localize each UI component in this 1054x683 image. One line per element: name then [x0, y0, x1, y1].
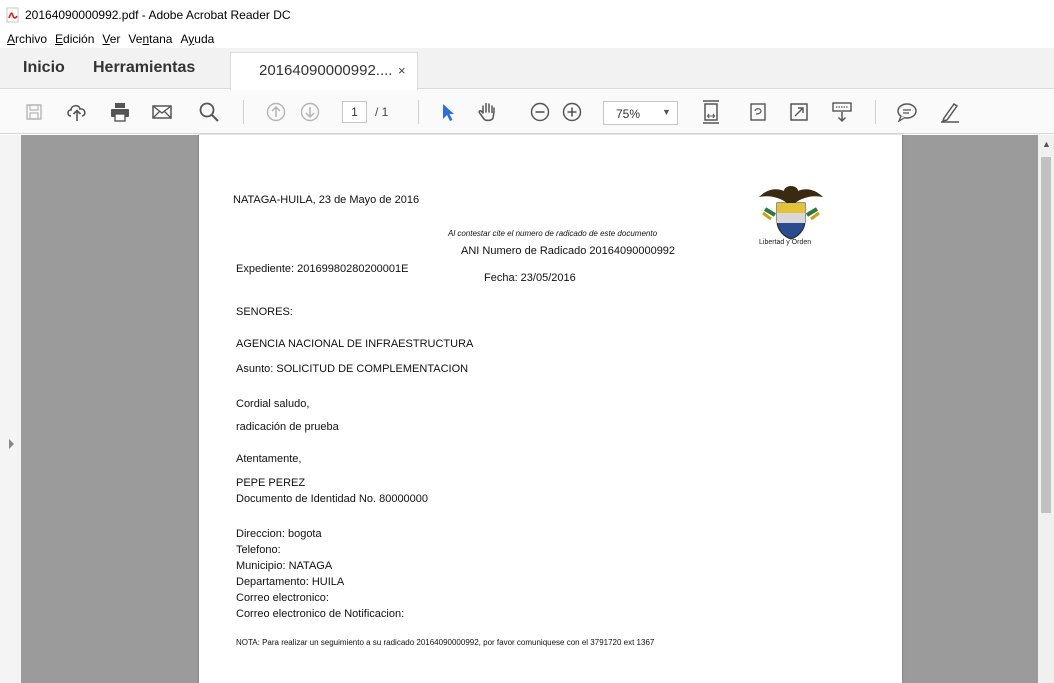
menu-bar: Archivo Edición Ver Ventana Ayuda	[0, 30, 219, 48]
doc-senores: SENORES:	[236, 306, 293, 318]
toolbar-separator	[243, 100, 244, 124]
page-down-icon[interactable]	[296, 98, 324, 126]
doc-cite-note: Al contestar cite el numero de radicado …	[448, 229, 658, 238]
doc-correo: Correo electronico:	[236, 592, 329, 604]
doc-cierre: Atentamente,	[236, 453, 302, 465]
doc-asunto: Asunto: SOLICITUD DE COMPLEMENTACION	[236, 363, 469, 375]
tab-inicio[interactable]: Inicio	[23, 59, 65, 77]
close-tab-icon[interactable]: ×	[398, 63, 406, 78]
doc-signer-id: Documento de Identidad No. 80000000	[236, 493, 429, 505]
save-icon[interactable]	[20, 98, 48, 126]
page-up-icon[interactable]	[262, 98, 290, 126]
page-number-input[interactable]: 1	[342, 101, 367, 123]
doc-radicado: ANI Numero de Radicado 20164090000992	[461, 245, 676, 257]
menu-ayuda[interactable]: Ayuda	[180, 32, 214, 46]
read-mode-icon[interactable]	[828, 98, 856, 126]
menu-ver[interactable]: Ver	[102, 32, 120, 46]
zoom-value: 75%	[616, 107, 641, 121]
doc-nota: NOTA: Para realizar un seguimiento a su …	[236, 638, 655, 647]
doc-place-date: NATAGA-HUILA, 23 de Mayo de 2016	[233, 194, 420, 206]
print-icon[interactable]	[106, 98, 134, 126]
doc-expediente: Expediente: 20169980280200001E	[236, 263, 409, 275]
title-bar: 20164090000992.pdf - Adobe Acrobat Reade…	[0, 0, 1054, 30]
doc-telefono: Telefono:	[236, 544, 281, 556]
zoom-dropdown[interactable]: 75% ▼	[603, 101, 678, 125]
vertical-scrollbar[interactable]: ▲	[1038, 135, 1054, 683]
toolbar: 1 / 1 75% ▼	[0, 90, 1054, 134]
fit-page-icon[interactable]	[697, 98, 725, 126]
upload-icon[interactable]	[63, 98, 91, 126]
page-total-label: / 1	[375, 105, 389, 119]
tab-document-label: 20164090000992....	[259, 62, 393, 79]
menu-archivo[interactable]: Archivo	[7, 32, 47, 46]
doc-body: radicación de prueba	[236, 421, 339, 433]
comment-icon[interactable]	[893, 98, 921, 126]
chevron-down-icon: ▼	[662, 107, 671, 117]
zoom-in-icon[interactable]	[558, 98, 586, 126]
left-pane-strip[interactable]	[0, 135, 21, 683]
tab-bar: Inicio Herramientas 20164090000992.... ×	[0, 48, 1054, 90]
document-area[interactable]: NATAGA-HUILA, 23 de Mayo de 2016 Al cont…	[0, 135, 1054, 683]
toolbar-separator	[418, 100, 419, 124]
doc-direccion: Direccion: bogota	[236, 528, 322, 540]
doc-correo-notificacion: Correo electronico de Notificacion:	[236, 608, 405, 620]
menu-edicion[interactable]: Edición	[55, 32, 94, 46]
tab-document[interactable]: 20164090000992.... ×	[230, 52, 418, 90]
email-icon[interactable]	[148, 98, 176, 126]
doc-fecha: Fecha: 23/05/2016	[484, 272, 576, 284]
hand-icon[interactable]	[474, 98, 502, 126]
doc-signer-name: PEPE PEREZ	[236, 477, 306, 489]
window-title: 20164090000992.pdf - Adobe Acrobat Reade…	[25, 8, 291, 22]
tab-herramientas[interactable]: Herramientas	[93, 59, 195, 77]
zoom-out-icon[interactable]	[526, 98, 554, 126]
pdf-page: NATAGA-HUILA, 23 de Mayo de 2016 Al cont…	[199, 135, 902, 683]
highlight-pen-icon[interactable]	[936, 98, 964, 126]
doc-departamento: Departamento: HUILA	[236, 576, 345, 588]
search-icon[interactable]	[195, 98, 223, 126]
expand-left-pane-icon[interactable]	[9, 439, 14, 449]
fullscreen-icon[interactable]	[785, 98, 813, 126]
scrollbar-thumb[interactable]	[1041, 157, 1051, 513]
toolbar-separator	[875, 100, 876, 124]
seal-caption: Libertad y Orden	[759, 239, 812, 246]
document-background: NATAGA-HUILA, 23 de Mayo de 2016 Al cont…	[21, 135, 1038, 683]
doc-saludo: Cordial saludo,	[236, 398, 310, 410]
acrobat-pdf-icon	[6, 7, 20, 23]
menu-ventana[interactable]: Ventana	[128, 32, 172, 46]
select-pointer-icon[interactable]	[434, 98, 462, 126]
doc-municipio: Municipio: NATAGA	[236, 560, 333, 572]
rotate-icon[interactable]	[744, 98, 772, 126]
scroll-up-icon[interactable]: ▲	[1042, 139, 1051, 149]
doc-agency: AGENCIA NACIONAL DE INFRAESTRUCTURA	[236, 338, 474, 350]
